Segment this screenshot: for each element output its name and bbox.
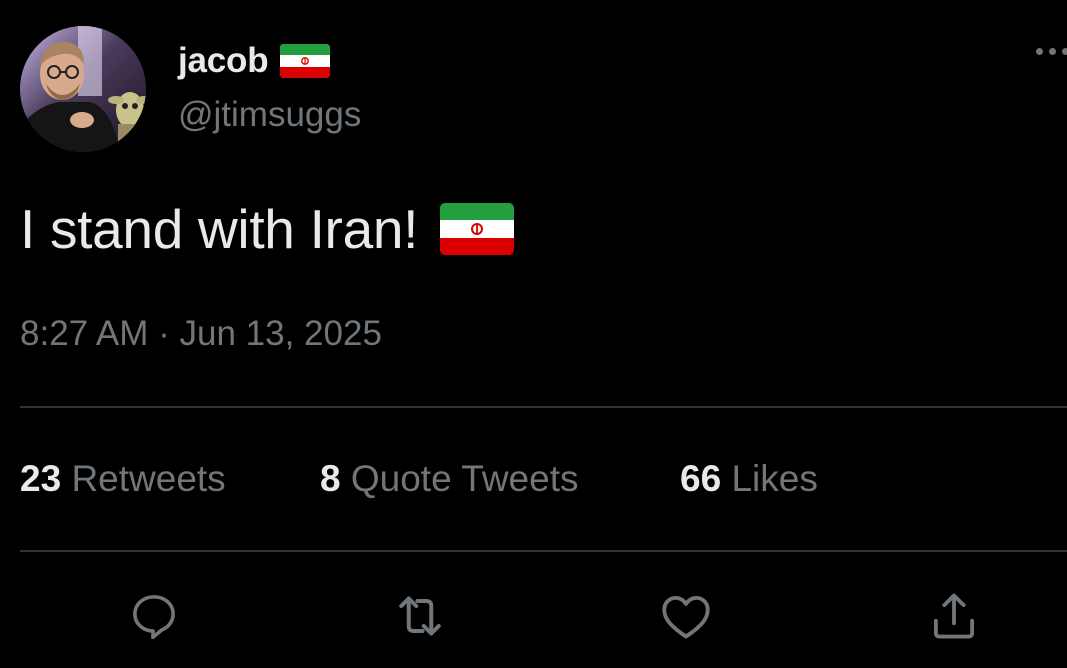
likes-stat[interactable]: 66 Likes <box>680 458 818 500</box>
author-name-row: jacob <box>178 38 331 84</box>
share-button[interactable] <box>924 588 984 648</box>
retweet-button[interactable] <box>390 588 450 648</box>
more-dot-icon <box>1049 47 1056 55</box>
quote-tweets-count: 8 <box>320 458 341 499</box>
tweet-timestamp[interactable]: 8:27 AM · Jun 13, 2025 <box>20 314 382 354</box>
retweets-count: 23 <box>20 458 62 499</box>
more-dot-icon <box>1036 47 1043 55</box>
divider <box>20 406 1067 408</box>
avatar[interactable] <box>20 26 146 152</box>
author-display-name[interactable]: jacob <box>178 41 269 81</box>
quote-tweets-label: Quote Tweets <box>350 458 579 499</box>
iran-flag-icon <box>280 44 331 78</box>
retweet-icon <box>390 586 450 651</box>
more-options-button[interactable] <box>1036 36 1067 66</box>
reply-button[interactable] <box>124 588 184 648</box>
more-dot-icon <box>1062 47 1067 55</box>
likes-count: 66 <box>680 458 722 499</box>
reply-icon <box>127 589 181 648</box>
iran-flag-icon <box>440 203 515 255</box>
retweets-label: Retweets <box>71 458 226 499</box>
tweet-text: I stand with Iran! <box>20 198 419 260</box>
tweet-body: I stand with Iran! <box>20 196 515 262</box>
divider <box>20 550 1067 552</box>
like-button[interactable] <box>656 588 716 648</box>
retweets-stat[interactable]: 23 Retweets <box>20 458 226 500</box>
author-handle[interactable]: @jtimsuggs <box>178 95 361 135</box>
share-icon <box>925 587 983 650</box>
like-icon <box>657 587 715 650</box>
likes-label: Likes <box>731 458 818 499</box>
quote-tweets-stat[interactable]: 8 Quote Tweets <box>320 458 578 500</box>
